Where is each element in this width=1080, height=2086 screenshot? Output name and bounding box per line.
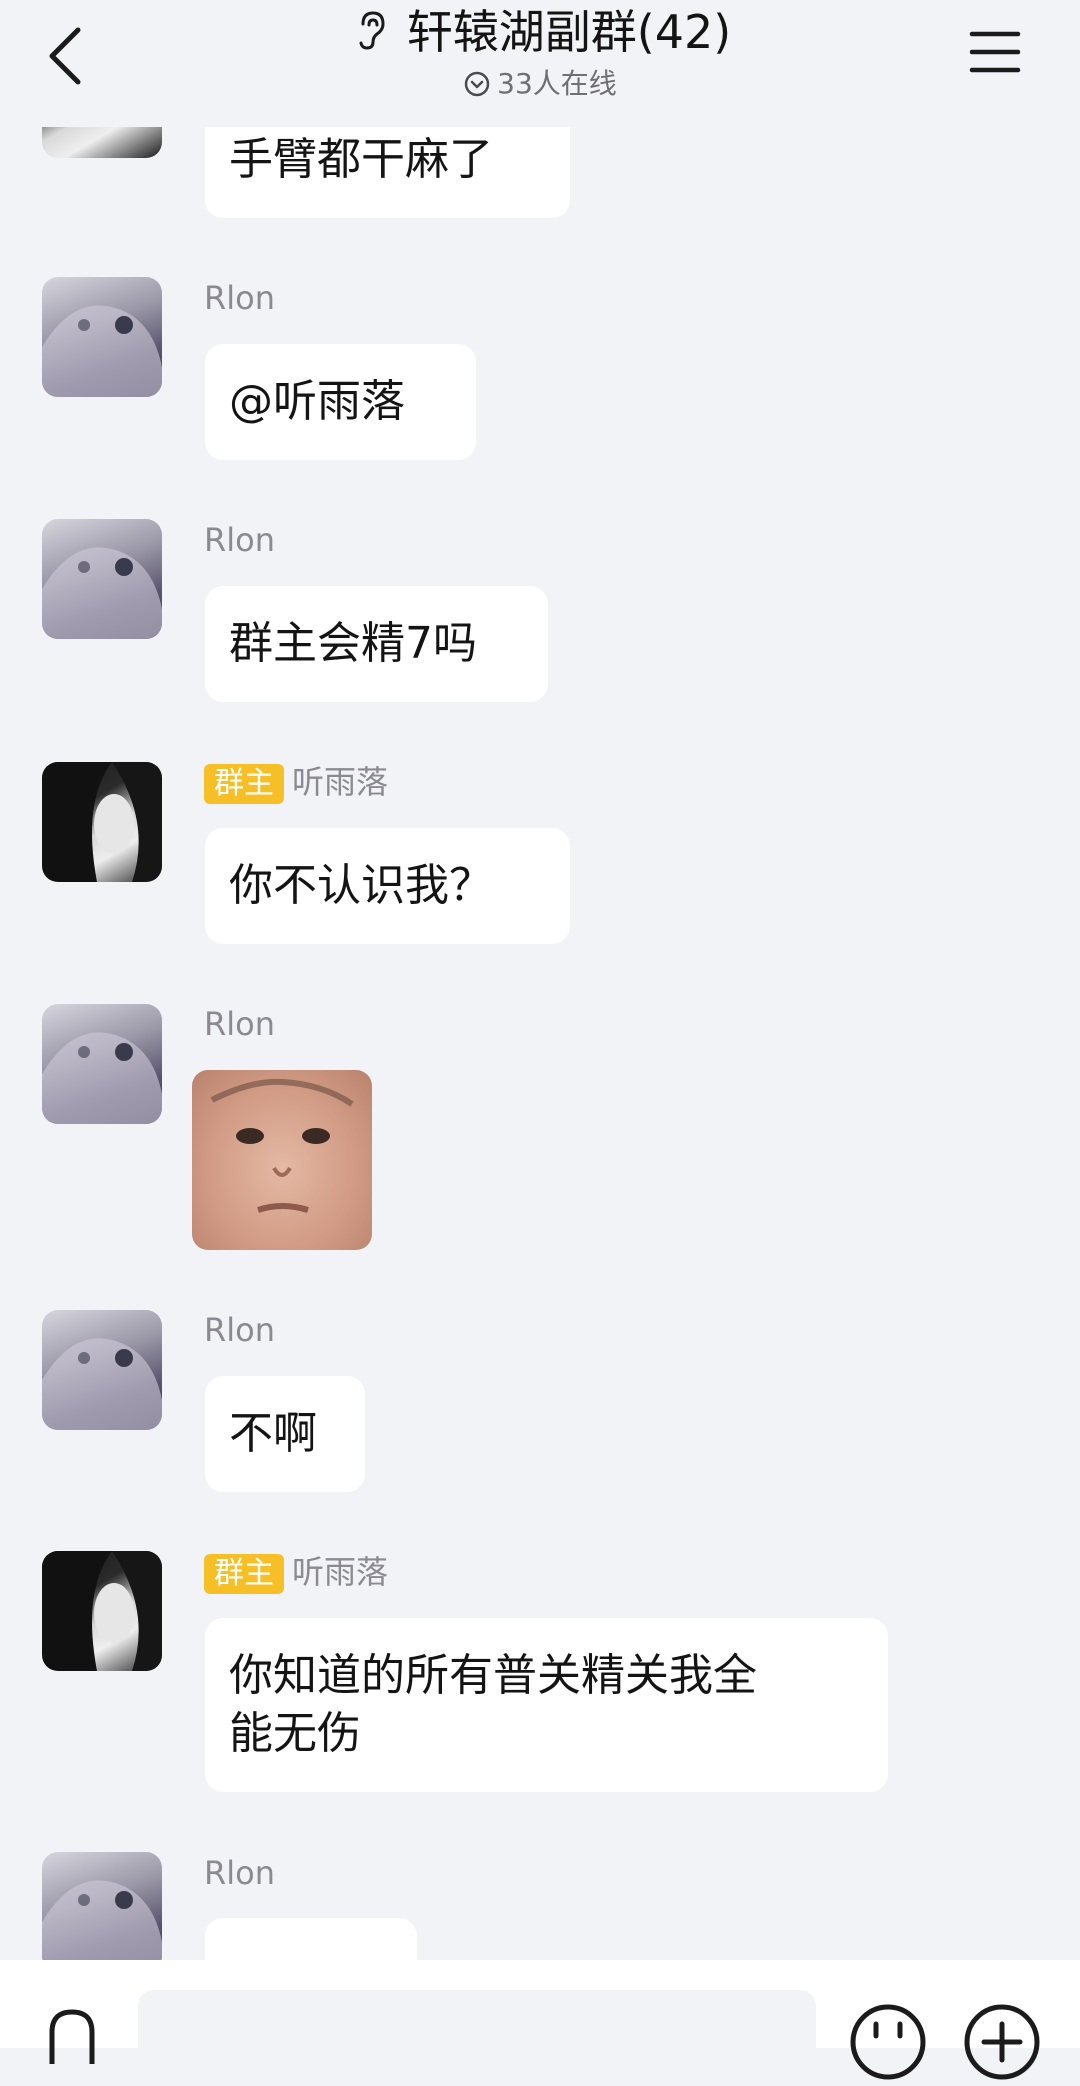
smiley-icon [850,2004,926,2080]
hamburger-icon [969,31,1021,73]
message-bubble[interactable]: 你知道的所有普关精关我全 能无伤 [205,1618,888,1792]
message-text: 不啊 [229,1408,317,1459]
chat-header: 轩辕湖副群(42) 33人在线 [0,0,1080,127]
message-text-line: 你知道的所有普关精关我全 [229,1650,757,1701]
avatar[interactable] [42,1310,162,1430]
chevron-down-circle-icon [464,71,490,97]
sender-name[interactable]: 群主 听雨落 [204,760,388,804]
chat-message-list[interactable]: 手臂都干麻了 Rlon @听雨落 Rlon 群主会精7吗 群主 听雨落 你不认识我… [0,0,1080,1960]
sticker-image[interactable] [192,1070,372,1250]
message-text: 群主会精7吗 [229,618,477,669]
message-input[interactable] [138,1990,816,2070]
online-count: 33人在线 [497,67,617,100]
plus-button[interactable] [962,2002,1042,2082]
sender-name[interactable]: Rlon [204,1851,275,1895]
ear-icon [359,11,385,50]
avatar[interactable] [42,1551,162,1671]
message-bubble[interactable]: 你不认识我？ [205,828,570,944]
message-bubble[interactable]: 不啊 [205,1376,365,1492]
sender-name[interactable]: 群主 听雨落 [204,1550,388,1594]
voice-button[interactable] [42,2004,102,2064]
title-text: 轩辕湖副群(42) [406,5,732,59]
avatar[interactable] [42,1852,162,1960]
message-text: @听雨落 [229,376,405,427]
group-title[interactable]: 轩辕湖副群(42) [0,2,1080,62]
online-status[interactable]: 33人在线 [0,64,1080,104]
emoji-button[interactable] [848,2002,928,2082]
sender-name[interactable]: Rlon [204,518,275,562]
owner-badge: 群主 [204,1554,284,1594]
avatar[interactable] [42,519,162,639]
microphone-icon [49,2009,95,2064]
input-bar [0,1960,1080,2080]
message-text-line: 能无伤 [229,1708,361,1759]
sender-label: 听雨落 [292,763,389,801]
sender-label: 听雨落 [292,1553,389,1591]
message-bubble[interactable] [205,1918,417,1960]
message-bubble[interactable]: 群主会精7吗 [205,586,548,702]
avatar[interactable] [42,1004,162,1124]
avatar[interactable] [42,762,162,882]
plus-circle-icon [964,2004,1040,2080]
avatar[interactable] [42,277,162,397]
message-text: 你不认识我？ [229,860,493,911]
owner-badge: 群主 [204,764,284,804]
sender-name[interactable]: Rlon [204,1308,275,1352]
sender-name[interactable]: Rlon [204,276,275,320]
sender-name[interactable]: Rlon [204,1002,275,1046]
message-bubble[interactable]: @听雨落 [205,344,476,460]
menu-button[interactable] [966,24,1026,80]
message-text: 手臂都干麻了 [229,134,493,185]
